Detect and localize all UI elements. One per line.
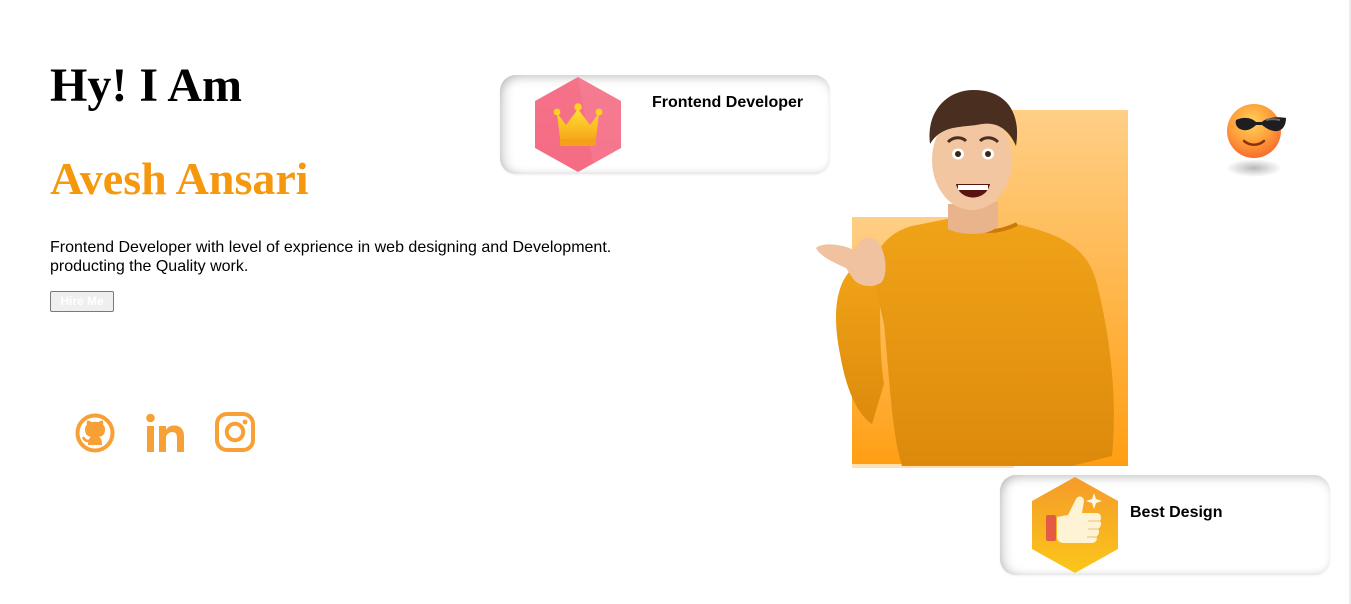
sunglasses-emoji [1222,98,1294,180]
hero-portrait [812,84,1132,472]
crown-icon [535,77,621,172]
best-design-label: Best Design [1130,504,1223,521]
linkedin-link[interactable] [144,410,186,454]
thumbs-up-icon [1032,477,1118,573]
github-link[interactable] [74,410,116,454]
github-icon [75,413,115,453]
thumbs-up-badge [1030,475,1120,580]
social-links [74,410,256,454]
hire-me-button[interactable]: Hire Me [50,291,114,312]
best-design-card: Best Design [1000,475,1330,575]
instagram-link[interactable] [214,410,256,454]
linkedin-icon [146,413,184,452]
hero-bio: Frontend Developer with level of exprien… [50,239,612,275]
hero-name: Avesh Ansari [50,153,309,204]
crown-badge [533,75,623,179]
frontend-developer-label: Frontend Developer [652,94,804,111]
frontend-developer-card: Frontend Developer [500,75,830,174]
smiling-man-image [816,90,1128,468]
hero-greeting: Hy! I Am [50,59,242,112]
sunglasses-emoji-icon [1226,104,1286,177]
instagram-icon [215,412,255,452]
